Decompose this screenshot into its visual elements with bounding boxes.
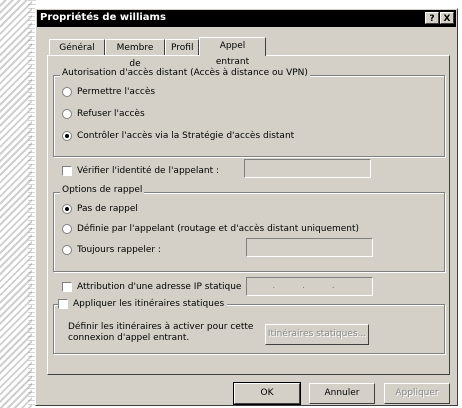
radio-toujours-rappeler[interactable]: Toujours rappeler : (62, 244, 161, 256)
always-callback-field[interactable] (246, 238, 373, 257)
verify-caller-checkbox[interactable]: Vérifier l'identité de l'appelant : (62, 165, 219, 177)
radio-icon (62, 223, 72, 234)
checkbox-icon (62, 165, 72, 176)
static-ip-checkbox[interactable]: Attribution d'une adresse IP statique (62, 281, 241, 293)
radio-icon (62, 244, 72, 255)
static-ip-field[interactable]: . . . (246, 277, 373, 296)
radio-icon (62, 108, 72, 119)
verify-caller-field[interactable] (244, 159, 371, 178)
ok-button[interactable]: OK (233, 382, 301, 405)
remote-access-legend: Autorisation d'accès distant (Accès à di… (60, 68, 310, 78)
apply-button[interactable]: Appliquer (384, 383, 450, 404)
radio-icon (62, 86, 72, 97)
help-button[interactable]: ? (425, 12, 439, 24)
radio-pas-de-rappel[interactable]: Pas de rappel (62, 203, 138, 215)
tab-profil[interactable]: Profil (165, 39, 199, 56)
radio-selected-icon (62, 130, 72, 141)
radio-selected-icon (62, 203, 72, 214)
callback-legend: Options de rappel (60, 185, 145, 195)
properties-dialog: Propriétés de williams ? X Général Membr… (35, 8, 458, 406)
checkbox-icon (58, 298, 68, 309)
checkbox-icon (62, 281, 72, 292)
static-routes-button[interactable]: Itinéraires statiques... (265, 324, 369, 345)
static-routes-description: Définir les itinéraires à activer pour c… (68, 322, 254, 343)
static-routes-checkbox[interactable]: Appliquer les itinéraires statiques (58, 298, 228, 310)
radio-refuser[interactable]: Refuser l'accès (62, 108, 145, 120)
radio-permettre[interactable]: Permettre l'accès (62, 86, 155, 98)
tab-appel-entrant[interactable]: Appel entrant (199, 37, 266, 67)
close-button[interactable]: X (440, 12, 454, 24)
radio-definie-par-appelant[interactable]: Définie par l'appelant (routage et d'acc… (62, 223, 359, 235)
tab-general[interactable]: Général (49, 39, 105, 56)
cancel-button[interactable]: Annuler (309, 383, 375, 404)
window-title: Propriétés de williams (40, 12, 166, 23)
radio-controler[interactable]: Contrôler l'accès via la Stratégie d'acc… (62, 130, 294, 142)
title-bar[interactable]: Propriétés de williams ? X (37, 10, 456, 27)
tab-membre-de[interactable]: Membre de (105, 39, 165, 69)
